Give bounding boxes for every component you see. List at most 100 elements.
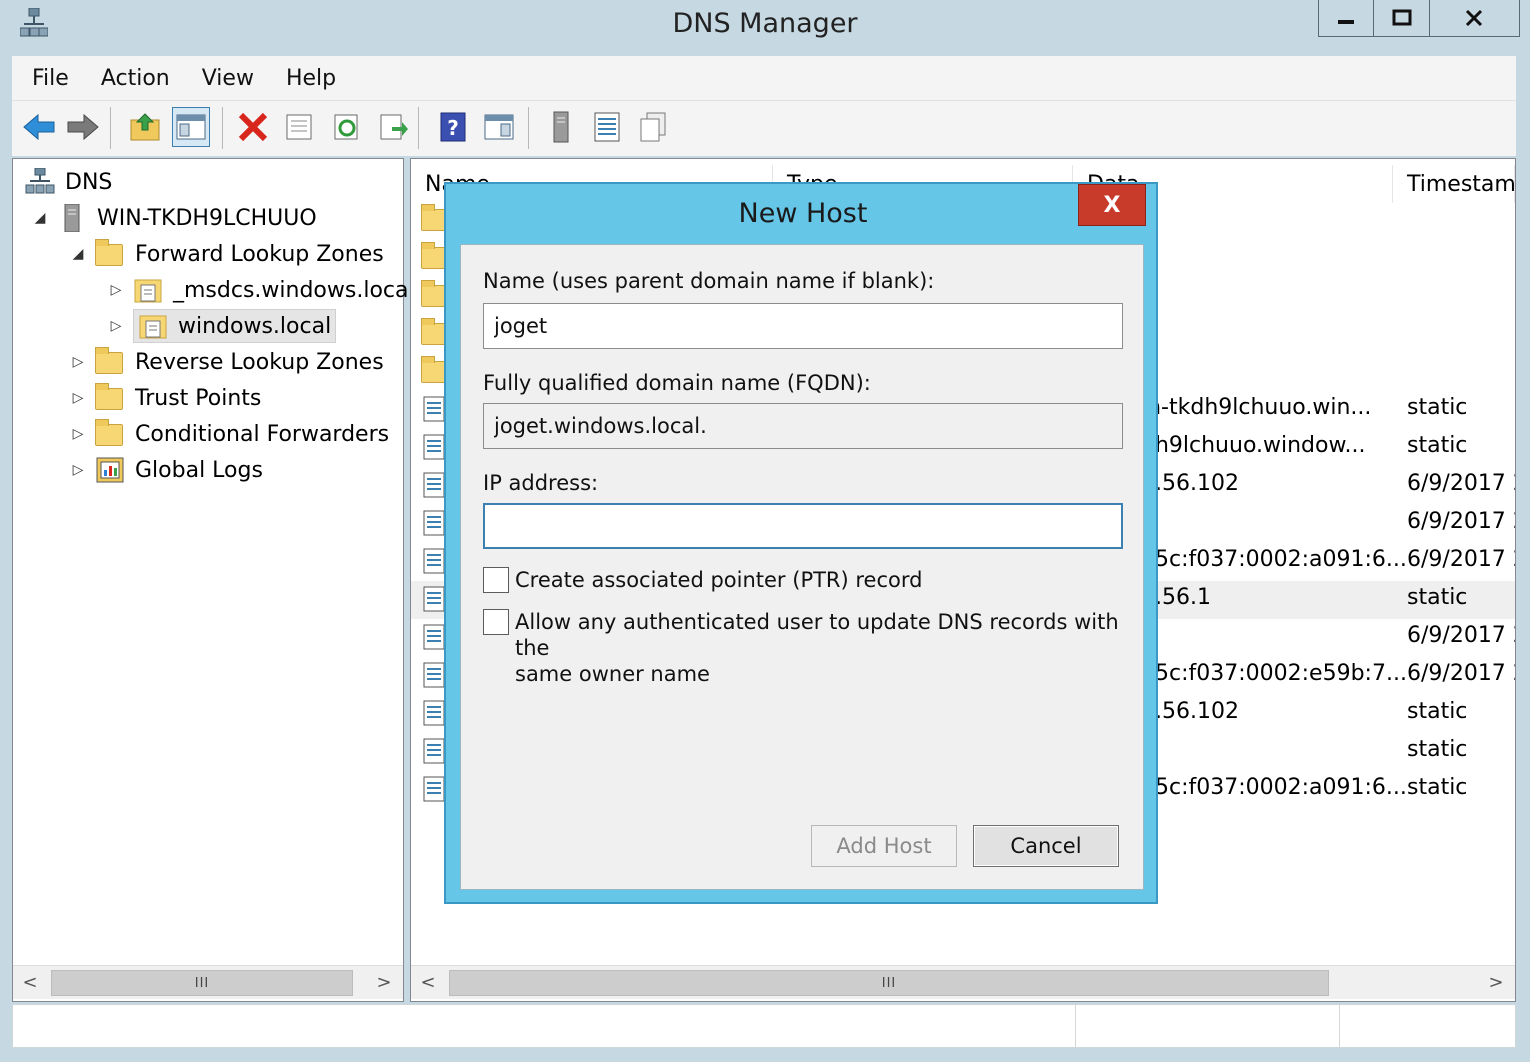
collapse-arrow-icon[interactable]: ◢: [33, 210, 47, 226]
name-label: Name (uses parent domain name if blank):: [483, 269, 935, 293]
tree-node-msdcs[interactable]: ▷ _msdcs.windows.local: [109, 273, 415, 307]
expand-arrow-icon[interactable]: ▷: [109, 282, 123, 298]
export-list-button[interactable]: [374, 107, 412, 147]
maximize-button[interactable]: [1374, 0, 1430, 36]
folder-icon: [95, 347, 125, 376]
server-button[interactable]: [542, 107, 580, 147]
menu-file[interactable]: File: [32, 66, 69, 91]
tree-label-trust-points: Trust Points: [135, 385, 262, 411]
dialog-title: New Host: [738, 198, 868, 229]
fqdn-label: Fully qualified domain name (FQDN):: [483, 371, 871, 395]
dialog-close-button[interactable]: X: [1078, 184, 1146, 226]
tree-node-dns[interactable]: DNS: [25, 165, 112, 199]
console-tree: DNS ◢ WIN-TKDH9LCHUUO ◢ Forward Lookup Z…: [12, 158, 415, 1002]
column-header-timestamp[interactable]: Timestamp: [1395, 165, 1515, 203]
export-list-icon: [380, 114, 408, 140]
record-timestamp: 6/9/2017 2: [1407, 471, 1516, 496]
expand-arrow-icon[interactable]: ▷: [71, 390, 85, 406]
expand-arrow-icon[interactable]: ▷: [109, 318, 123, 334]
back-icon: [23, 113, 55, 141]
record-icon: [423, 396, 445, 422]
scroll-thumb[interactable]: III: [449, 970, 1329, 996]
refresh-button[interactable]: [328, 107, 366, 147]
ip-address-field[interactable]: [483, 503, 1123, 549]
record-icon: [423, 700, 445, 726]
expand-arrow-icon[interactable]: ▷: [71, 462, 85, 478]
tree-label-server: WIN-TKDH9LCHUUO: [97, 205, 317, 231]
folder-icon: [95, 383, 125, 412]
record-icon: [423, 510, 445, 536]
tree-label-conditional-forwarders: Conditional Forwarders: [135, 421, 390, 447]
allow-update-label[interactable]: Allow any authenticated user to update D…: [515, 609, 1143, 687]
scroll-left-icon[interactable]: <: [13, 967, 47, 999]
tree-label-dns: DNS: [65, 169, 113, 195]
close-window-button[interactable]: [1429, 0, 1519, 36]
title-bar[interactable]: DNS Manager: [0, 0, 1530, 54]
allow-update-checkbox[interactable]: [483, 609, 509, 635]
add-host-button[interactable]: Add Host: [811, 825, 957, 867]
ip-address-label: IP address:: [483, 471, 599, 495]
tree-node-windows-local[interactable]: ▷ windows.local: [109, 309, 337, 343]
show-action-pane-button[interactable]: [480, 107, 518, 147]
menu-view[interactable]: View: [202, 66, 254, 91]
toolbar: ?: [12, 100, 1516, 156]
tree-node-global-logs[interactable]: ▷ Global Logs: [71, 453, 263, 487]
new-host-dialog: New Host X Name (uses parent domain name…: [444, 182, 1158, 904]
record-data: 25c:f037:0002:e59b:7...: [1141, 661, 1407, 686]
svg-text:?: ?: [447, 116, 459, 140]
expand-arrow-icon[interactable]: ▷: [71, 354, 85, 370]
tree-node-server[interactable]: ◢ WIN-TKDH9LCHUUO: [33, 201, 317, 235]
record-icon: [423, 624, 445, 650]
up-one-level-button[interactable]: [126, 107, 164, 147]
tree-node-forward-lookup-zones[interactable]: ◢ Forward Lookup Zones: [71, 237, 384, 271]
folder-icon: [95, 419, 125, 448]
selected-zone[interactable]: windows.local: [133, 309, 337, 343]
tree-node-reverse-lookup-zones[interactable]: ▷ Reverse Lookup Zones: [71, 345, 384, 379]
up-folder-icon: [130, 113, 160, 141]
scroll-right-icon[interactable]: >: [367, 967, 401, 999]
help-button[interactable]: ?: [434, 107, 472, 147]
record-data: in-tkdh9lchuuo.win...: [1141, 395, 1372, 420]
record-timestamp: static: [1407, 585, 1468, 610]
forward-button[interactable]: [64, 107, 102, 147]
copy-button[interactable]: [634, 107, 672, 147]
zone-icon: [139, 315, 167, 339]
ptr-record-checkbox[interactable]: [483, 567, 509, 593]
record-timestamp: static: [1407, 737, 1468, 762]
server-icon: [553, 111, 569, 143]
ptr-record-label[interactable]: Create associated pointer (PTR) record: [515, 567, 922, 593]
event-log-icon: [96, 457, 124, 483]
dialog-body: Name (uses parent domain name if blank):…: [460, 244, 1144, 890]
allow-update-label-line2: same owner name: [515, 662, 710, 686]
help-icon: ?: [440, 112, 466, 142]
fqdn-field: [483, 403, 1123, 449]
scroll-left-icon[interactable]: <: [411, 967, 445, 999]
properties-button[interactable]: [280, 107, 318, 147]
show-hide-tree-button[interactable]: [172, 107, 210, 147]
list-horizontal-scrollbar[interactable]: < III >: [411, 965, 1515, 999]
collapse-arrow-icon[interactable]: ◢: [71, 246, 85, 262]
record-timestamp: static: [1407, 699, 1468, 724]
scroll-thumb[interactable]: III: [51, 970, 353, 996]
tree-node-conditional-forwarders[interactable]: ▷ Conditional Forwarders: [71, 417, 389, 451]
dns-icon: [25, 168, 55, 194]
menu-action[interactable]: Action: [101, 66, 170, 91]
name-field[interactable]: [483, 303, 1123, 349]
tree-node-trust-points[interactable]: ▷ Trust Points: [71, 381, 261, 415]
list-view-button[interactable]: [588, 107, 626, 147]
tree-horizontal-scrollbar[interactable]: < III >: [13, 965, 403, 999]
record-data: dh9lchuuo.window...: [1141, 433, 1366, 458]
minimize-button[interactable]: [1319, 0, 1375, 36]
back-button[interactable]: [20, 107, 58, 147]
delete-icon: [238, 112, 268, 142]
server-icon: [64, 204, 80, 232]
cancel-button[interactable]: Cancel: [973, 825, 1119, 867]
scroll-right-icon[interactable]: >: [1479, 967, 1513, 999]
maximize-icon: [1392, 9, 1412, 26]
delete-button[interactable]: [234, 107, 272, 147]
caption-buttons: [1318, 0, 1520, 37]
menu-help[interactable]: Help: [286, 66, 336, 91]
expand-arrow-icon[interactable]: ▷: [71, 426, 85, 442]
tree-label-windows-local: windows.local: [178, 313, 332, 339]
record-timestamp: 6/9/2017 2: [1407, 623, 1516, 648]
